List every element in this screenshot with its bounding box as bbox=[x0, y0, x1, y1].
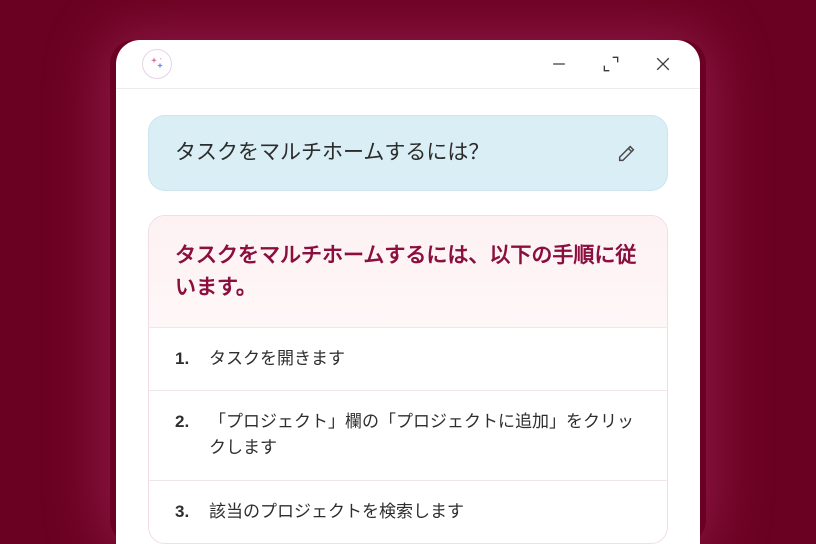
step-text: 該当のプロジェクトを検索します bbox=[209, 499, 464, 525]
pencil-icon bbox=[616, 142, 638, 164]
sparkle-icon bbox=[148, 55, 166, 73]
list-item: 2. 「プロジェクト」欄の「プロジェクトに追加」をクリックします bbox=[149, 391, 667, 481]
minimize-button[interactable] bbox=[548, 53, 570, 75]
steps-list: 1. タスクを開きます 2. 「プロジェクト」欄の「プロジェクトに追加」をクリッ… bbox=[149, 328, 667, 543]
expand-button[interactable] bbox=[600, 53, 622, 75]
query-box[interactable]: タスクをマルチホームするには？ bbox=[148, 115, 668, 190]
step-text: タスクを開きます bbox=[209, 346, 345, 372]
window-controls bbox=[548, 53, 674, 75]
query-text: タスクをマルチホームするには？ bbox=[175, 138, 489, 167]
close-button[interactable] bbox=[652, 53, 674, 75]
step-number: 2. bbox=[175, 409, 195, 462]
step-number: 1. bbox=[175, 346, 195, 372]
step-number: 3. bbox=[175, 499, 195, 525]
edit-query-button[interactable] bbox=[613, 139, 641, 167]
answer-header: タスクをマルチホームするには、以下の手順に従います。 bbox=[149, 216, 667, 328]
titlebar bbox=[116, 40, 700, 89]
step-text: 「プロジェクト」欄の「プロジェクトに追加」をクリックします bbox=[209, 409, 641, 462]
app-icon bbox=[142, 49, 172, 79]
assistant-panel: タスクをマルチホームするには？ タスクをマルチホームするには、以下の手順に従いま… bbox=[116, 40, 700, 544]
list-item: 1. タスクを開きます bbox=[149, 328, 667, 391]
answer-heading: タスクをマルチホームするには、以下の手順に従います。 bbox=[175, 240, 641, 305]
content-area: タスクをマルチホームするには？ タスクをマルチホームするには、以下の手順に従いま… bbox=[116, 89, 700, 544]
answer-card: タスクをマルチホームするには、以下の手順に従います。 1. タスクを開きます 2… bbox=[148, 215, 668, 544]
list-item: 3. 該当のプロジェクトを検索します bbox=[149, 481, 667, 543]
